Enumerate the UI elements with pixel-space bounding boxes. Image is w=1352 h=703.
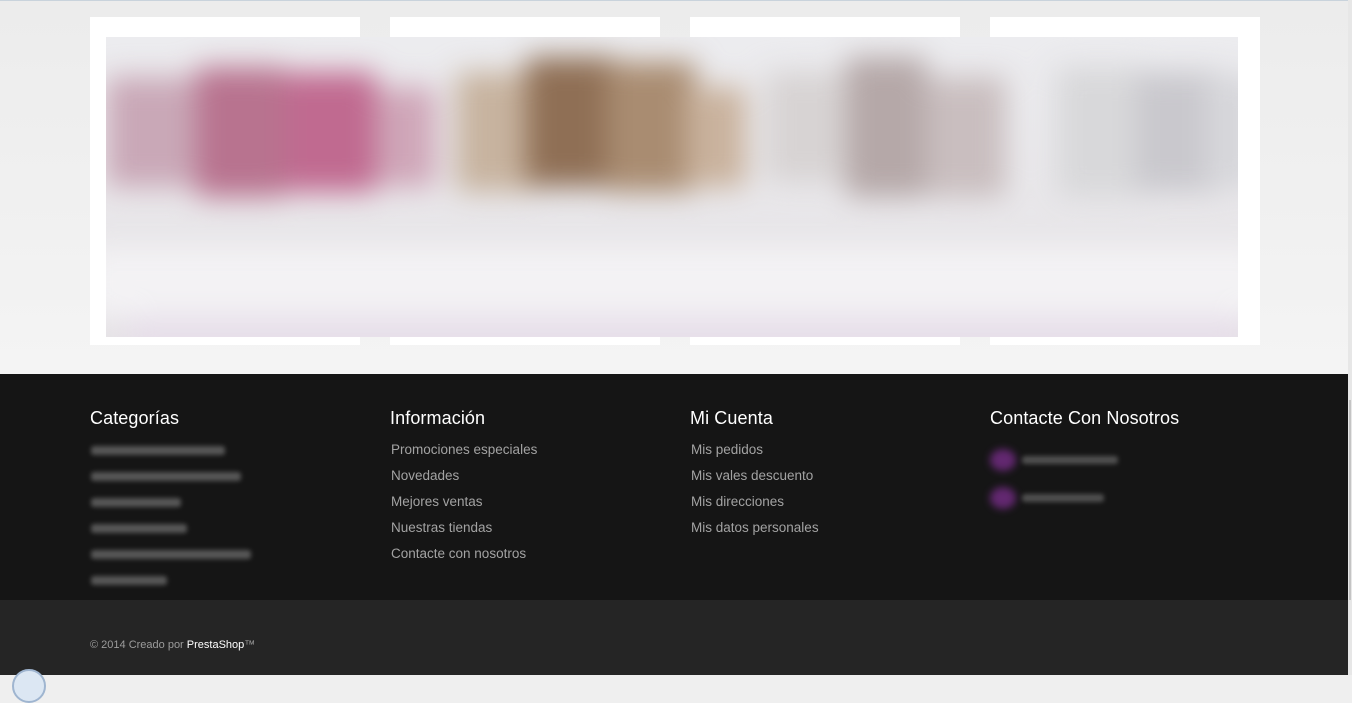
blurred-product-images	[106, 37, 1238, 337]
category-link[interactable]	[91, 467, 370, 493]
copyright: © 2014 Creado por PrestaShop™	[90, 639, 256, 651]
link-novedades[interactable]: Novedades	[391, 467, 670, 493]
chat-widget-icon[interactable]	[12, 669, 46, 703]
link-mis-direcciones[interactable]: Mis direcciones	[691, 493, 970, 519]
location-icon	[990, 449, 1016, 471]
footer-mi-cuenta-title: Mi Cuenta	[690, 408, 773, 428]
category-link[interactable]	[91, 519, 370, 545]
site-footer: Categorías Información Promociones espec…	[0, 374, 1348, 600]
link-contacte[interactable]: Contacte con nosotros	[391, 545, 670, 571]
link-mis-vales[interactable]: Mis vales descuento	[691, 467, 970, 493]
phone-icon	[990, 487, 1016, 509]
contact-phone	[990, 487, 1270, 525]
scrollbar[interactable]	[1348, 0, 1352, 675]
prestashop-link[interactable]: PrestaShop	[187, 639, 244, 651]
bottom-bar: © 2014 Creado por PrestaShop™	[0, 600, 1352, 675]
footer-contacto-title: Contacte Con Nosotros	[990, 408, 1180, 428]
link-mis-datos[interactable]: Mis datos personales	[691, 519, 970, 545]
link-mis-pedidos[interactable]: Mis pedidos	[691, 441, 970, 467]
footer-categories-title: Categorías	[90, 408, 180, 428]
product-carousel-area	[0, 0, 1352, 374]
footer-informacion-title: Información	[390, 408, 486, 428]
category-link[interactable]	[91, 571, 370, 597]
category-link[interactable]	[91, 441, 370, 467]
footer-mi-cuenta: Mi Cuenta Mis pedidos Mis vales descuent…	[690, 408, 970, 545]
footer-contacto: Contacte Con Nosotros	[990, 408, 1270, 525]
category-link[interactable]	[91, 545, 370, 571]
link-promociones[interactable]: Promociones especiales	[391, 441, 670, 467]
link-nuestras-tiendas[interactable]: Nuestras tiendas	[391, 519, 670, 545]
scrollbar-thumb[interactable]	[1349, 400, 1351, 600]
contact-address	[990, 449, 1270, 487]
footer-informacion: Información Promociones especiales Noved…	[390, 408, 670, 571]
link-mejores-ventas[interactable]: Mejores ventas	[391, 493, 670, 519]
category-link[interactable]	[91, 493, 370, 519]
footer-categories: Categorías	[90, 408, 370, 597]
